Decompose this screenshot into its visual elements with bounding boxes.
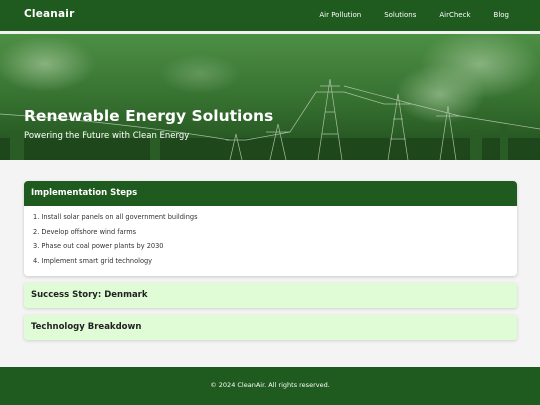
nav-link-aircheck[interactable]: AirCheck xyxy=(439,11,470,19)
accordion-implementation-steps: Implementation Steps 1. Install solar pa… xyxy=(24,181,517,276)
accordion-header-technology-breakdown[interactable]: Technology Breakdown xyxy=(24,315,517,340)
hero-subtitle: Powering the Future with Clean Energy xyxy=(24,131,190,141)
logo[interactable]: Cleanair xyxy=(24,8,74,20)
accordion-header-implementation-steps[interactable]: Implementation Steps xyxy=(24,181,517,206)
list-item: 1. Install solar panels on all governmen… xyxy=(33,213,198,221)
list-item: 2. Develop offshore wind farms xyxy=(33,227,137,236)
copyright-text: © 2024 CleanAir. All rights reserved. xyxy=(210,381,330,389)
hero-background-image xyxy=(0,34,540,160)
hero-title: Renewable Energy Solutions xyxy=(24,107,274,125)
nav-link-blog[interactable]: Blog xyxy=(494,11,509,19)
list-item: 3. Phase out coal power plants by 2030 xyxy=(33,242,164,250)
top-navbar: Cleanair Air Pollution Solutions AirChec… xyxy=(0,0,540,31)
nav-link-air-pollution[interactable]: Air Pollution xyxy=(319,11,361,19)
implementation-steps-list: 1. Install solar panels on all governmen… xyxy=(24,206,517,270)
hero-banner: Renewable Energy Solutions Powering the … xyxy=(0,34,540,160)
list-item: 4. Implement smart grid technology xyxy=(33,256,153,265)
nav-link-solutions[interactable]: Solutions xyxy=(384,11,416,19)
footer: © 2024 CleanAir. All rights reserved. xyxy=(0,367,540,405)
accordion-header-success-story-denmark[interactable]: Success Story: Denmark xyxy=(24,283,517,308)
main-nav: Air Pollution Solutions AirCheck Blog xyxy=(319,11,509,19)
